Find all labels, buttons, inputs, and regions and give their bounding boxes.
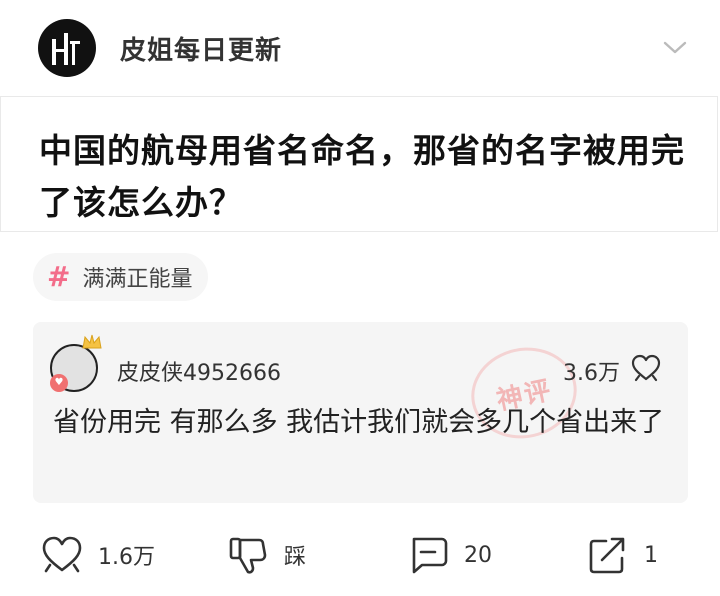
commenter-name[interactable]: 皮皮侠4952666 <box>117 355 281 387</box>
post-header: 皮姐每日更新 <box>0 0 720 96</box>
comment-icon <box>412 537 448 574</box>
crown-icon <box>82 334 102 349</box>
comment-like-count: 3.6万 <box>563 361 620 386</box>
share-button[interactable]: 1 <box>586 520 658 590</box>
author-avatar[interactable] <box>38 19 96 77</box>
share-count: 1 <box>644 542 658 568</box>
dislike-label: 踩 <box>284 545 307 570</box>
post-title-box: 中国的航母用省名命名，那省的名字被用完了该怎么办？ <box>0 96 718 232</box>
topic-tag[interactable]: # 满满正能量 <box>33 253 209 301</box>
chevron-down-icon[interactable] <box>662 38 688 58</box>
comment-button[interactable]: 20 <box>406 520 492 590</box>
action-bar: 1.6万 踩 20 1 <box>0 520 720 590</box>
thumbs-down-icon <box>229 537 267 574</box>
comment-text[interactable]: 省份用完 有那么多 我估计我们就会多几个省出来了 <box>53 402 673 444</box>
comment-count: 20 <box>464 542 492 568</box>
heart-icon <box>42 536 82 573</box>
like-count: 1.6万 <box>98 545 155 570</box>
level-badge-icon: ♥ <box>50 374 68 392</box>
heart-icon[interactable] <box>630 352 662 384</box>
author-name[interactable]: 皮姐每日更新 <box>120 30 282 67</box>
post-title[interactable]: 中国的航母用省名命名，那省的名字被用完了该怎么办？ <box>39 125 699 229</box>
hashtag-icon: # <box>47 260 71 293</box>
top-comment-card[interactable]: 神评 ♥ 皮皮侠4952666 3.6万 省份用完 有那么多 我估计我们就会多几… <box>33 322 688 503</box>
share-icon <box>589 537 625 574</box>
topic-tag-label: 满满正能量 <box>82 267 193 292</box>
like-button[interactable]: 1.6万 <box>40 520 155 590</box>
dislike-button[interactable]: 踩 <box>226 520 306 590</box>
commenter-avatar[interactable]: ♥ <box>48 334 104 394</box>
